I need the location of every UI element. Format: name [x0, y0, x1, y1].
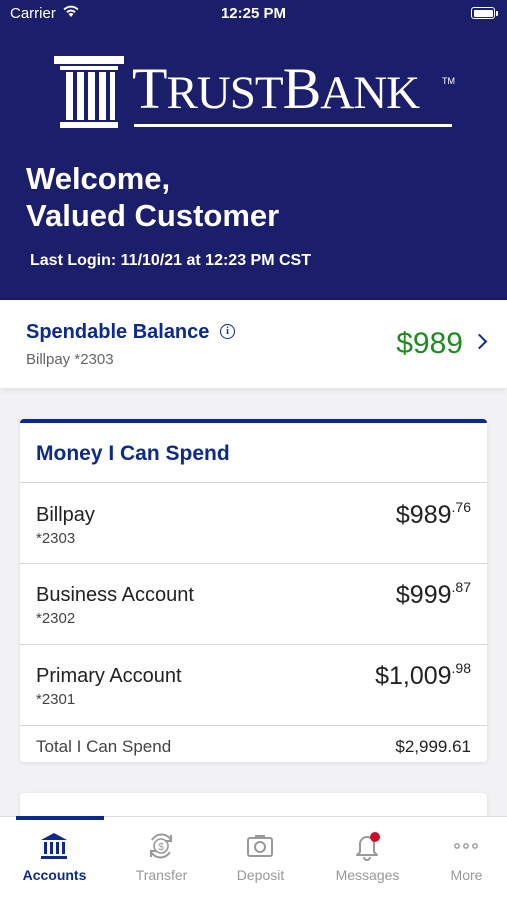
- more-icon: [454, 843, 478, 849]
- status-bar: Carrier 12:25 PM: [0, 0, 507, 28]
- total-amount: $2,999.61: [395, 737, 471, 756]
- account-row-business[interactable]: Business Account *2302 $999.87: [20, 564, 487, 644]
- header: Carrier 12:25 PM TRUSTBANK TM Welcome, V…: [0, 0, 507, 300]
- logo-wordmark: TRUSTBANK: [132, 56, 420, 121]
- account-balance: $989.76: [395, 499, 471, 529]
- spendable-account-label: Billpay *2303: [26, 351, 114, 368]
- divider: [20, 725, 487, 726]
- account-name: Primary Account: [36, 665, 182, 687]
- camera-icon: [247, 835, 273, 857]
- tab-deposit[interactable]: Deposit: [210, 817, 311, 900]
- money-card-title: Money I Can Spend: [36, 442, 230, 465]
- spendable-balance-card[interactable]: Spendable Balance i Billpay *2303 $989: [0, 300, 507, 388]
- total-label: Total I Can Spend: [36, 737, 172, 756]
- transfer-icon: $: [150, 833, 172, 859]
- bank-icon: [41, 833, 67, 859]
- logo-underline: [134, 124, 452, 127]
- account-balance: $999.87: [395, 579, 471, 609]
- chevron-right-icon[interactable]: [471, 333, 488, 350]
- account-name: Billpay: [36, 504, 95, 526]
- tab-bar: Accounts $ Transfer Deposit Messages Mor…: [0, 816, 507, 900]
- tab-label: Transfer: [135, 867, 188, 883]
- account-row-primary[interactable]: Primary Account *2301 $1,009.98: [20, 645, 487, 725]
- trademark-mark: TM: [442, 76, 455, 86]
- tab-label: Deposit: [236, 867, 285, 883]
- spendable-balance-title: Spendable Balance: [26, 321, 210, 343]
- welcome-heading: Welcome, Valued Customer: [26, 161, 280, 233]
- account-number: *2301: [36, 691, 76, 708]
- tab-more[interactable]: More: [416, 817, 507, 900]
- tab-messages[interactable]: Messages: [317, 817, 418, 900]
- tab-transfer[interactable]: $ Transfer: [111, 817, 212, 900]
- account-number: *2303: [36, 530, 76, 547]
- trustbank-logo: TRUSTBANK TM: [54, 54, 455, 134]
- bell-icon: [356, 832, 380, 861]
- spendable-amount: $989: [396, 327, 463, 360]
- info-icon[interactable]: i: [220, 324, 235, 339]
- money-i-can-spend-card: Money I Can Spend Billpay *2303 $989.76 …: [20, 419, 487, 762]
- last-login-text: Last Login: 11/10/21 at 12:23 PM CST: [30, 252, 311, 269]
- tab-accounts[interactable]: Accounts: [4, 816, 105, 900]
- account-name: Business Account: [36, 584, 194, 606]
- active-tab-indicator: [16, 816, 104, 820]
- account-row-billpay[interactable]: Billpay *2303 $989.76: [20, 483, 487, 563]
- account-number: *2302: [36, 610, 76, 627]
- status-time: 12:25 PM: [220, 5, 287, 22]
- tab-label: Accounts: [22, 867, 87, 883]
- pillar-icon: [54, 56, 124, 128]
- tab-label: Messages: [335, 867, 400, 883]
- tab-label: More: [450, 867, 483, 883]
- battery-icon: [471, 7, 498, 19]
- svg-text:$: $: [158, 842, 164, 853]
- account-balance: $1,009.98: [375, 660, 471, 690]
